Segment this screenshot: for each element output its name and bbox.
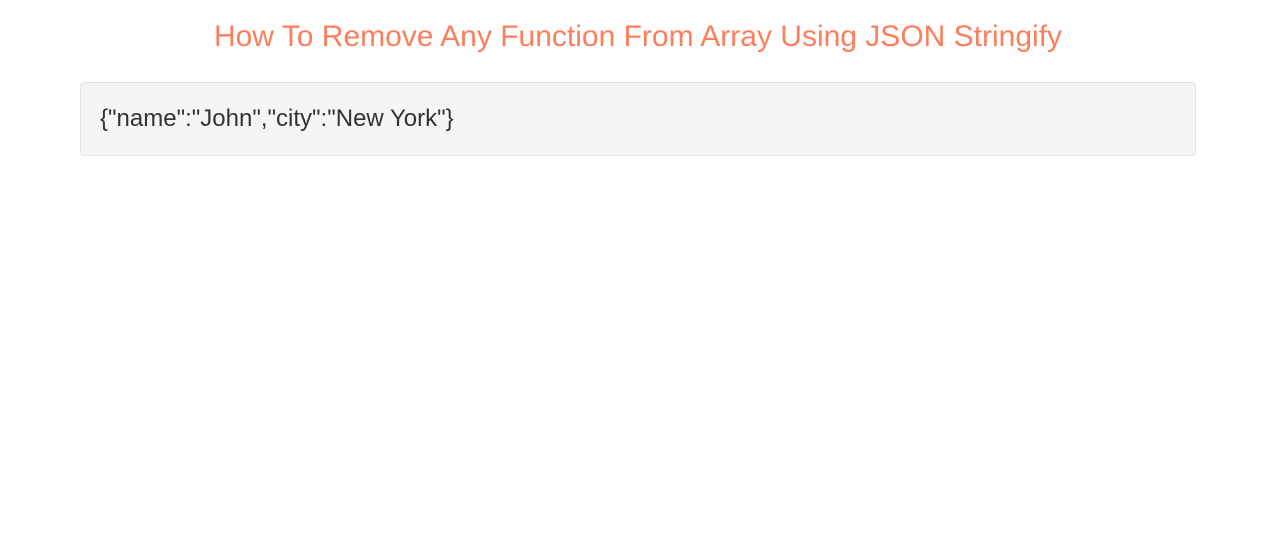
output-well: {"name":"John","city":"New York"} [80,82,1196,156]
output-text: {"name":"John","city":"New York"} [100,102,1176,136]
page-title: How To Remove Any Function From Array Us… [80,15,1196,54]
main-container: How To Remove Any Function From Array Us… [0,0,1276,171]
